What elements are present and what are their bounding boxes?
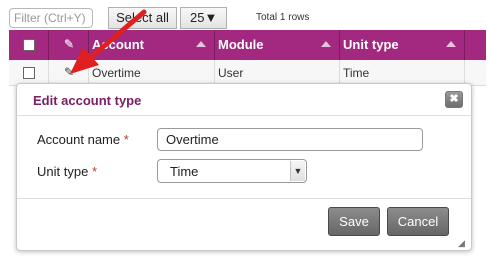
- red-arrow-icon: [70, 9, 147, 74]
